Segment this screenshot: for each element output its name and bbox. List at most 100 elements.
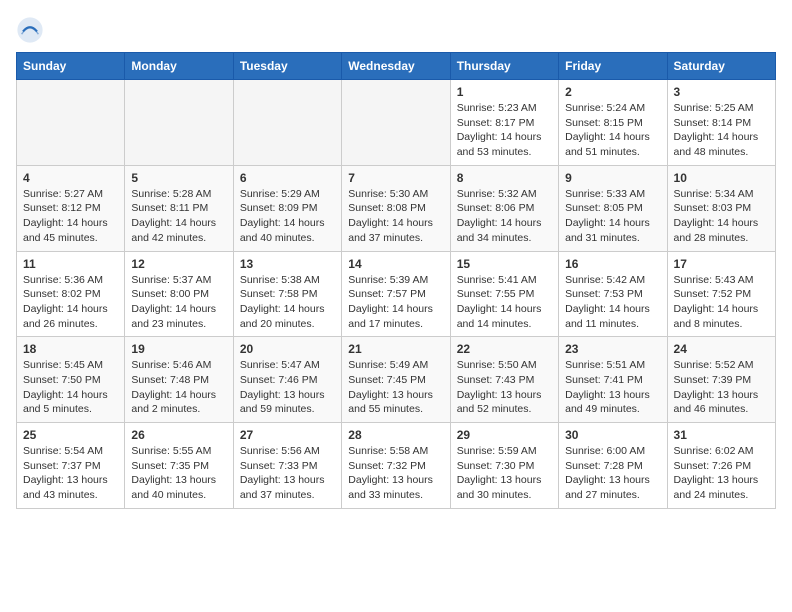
day-number: 18 (23, 342, 118, 356)
day-number: 3 (674, 85, 769, 99)
day-number: 27 (240, 428, 335, 442)
calendar-week-row: 4 Sunrise: 5:27 AM Sunset: 8:12 PM Dayli… (17, 165, 776, 251)
day-info: Sunrise: 5:56 AM Sunset: 7:33 PM Dayligh… (240, 444, 335, 503)
day-info: Sunrise: 5:37 AM Sunset: 8:00 PM Dayligh… (131, 273, 226, 332)
weekday-header: Saturday (667, 53, 775, 80)
day-number: 17 (674, 257, 769, 271)
day-info: Sunrise: 5:29 AM Sunset: 8:09 PM Dayligh… (240, 187, 335, 246)
day-number: 25 (23, 428, 118, 442)
calendar-cell: 2 Sunrise: 5:24 AM Sunset: 8:15 PM Dayli… (559, 80, 667, 166)
day-info: Sunrise: 5:34 AM Sunset: 8:03 PM Dayligh… (674, 187, 769, 246)
weekday-header: Friday (559, 53, 667, 80)
day-number: 6 (240, 171, 335, 185)
calendar-week-row: 18 Sunrise: 5:45 AM Sunset: 7:50 PM Dayl… (17, 337, 776, 423)
day-number: 31 (674, 428, 769, 442)
calendar-cell: 15 Sunrise: 5:41 AM Sunset: 7:55 PM Dayl… (450, 251, 558, 337)
day-number: 19 (131, 342, 226, 356)
calendar-cell: 12 Sunrise: 5:37 AM Sunset: 8:00 PM Dayl… (125, 251, 233, 337)
day-info: Sunrise: 5:24 AM Sunset: 8:15 PM Dayligh… (565, 101, 660, 160)
calendar-cell: 19 Sunrise: 5:46 AM Sunset: 7:48 PM Dayl… (125, 337, 233, 423)
day-info: Sunrise: 5:52 AM Sunset: 7:39 PM Dayligh… (674, 358, 769, 417)
logo-icon (16, 16, 44, 44)
day-info: Sunrise: 5:50 AM Sunset: 7:43 PM Dayligh… (457, 358, 552, 417)
calendar-cell: 30 Sunrise: 6:00 AM Sunset: 7:28 PM Dayl… (559, 423, 667, 509)
weekday-header: Wednesday (342, 53, 450, 80)
day-info: Sunrise: 5:51 AM Sunset: 7:41 PM Dayligh… (565, 358, 660, 417)
calendar-cell: 1 Sunrise: 5:23 AM Sunset: 8:17 PM Dayli… (450, 80, 558, 166)
day-info: Sunrise: 6:00 AM Sunset: 7:28 PM Dayligh… (565, 444, 660, 503)
calendar-cell: 21 Sunrise: 5:49 AM Sunset: 7:45 PM Dayl… (342, 337, 450, 423)
calendar-cell: 25 Sunrise: 5:54 AM Sunset: 7:37 PM Dayl… (17, 423, 125, 509)
calendar-cell (233, 80, 341, 166)
day-number: 24 (674, 342, 769, 356)
calendar-cell (342, 80, 450, 166)
day-number: 11 (23, 257, 118, 271)
calendar-cell: 24 Sunrise: 5:52 AM Sunset: 7:39 PM Dayl… (667, 337, 775, 423)
calendar-cell: 6 Sunrise: 5:29 AM Sunset: 8:09 PM Dayli… (233, 165, 341, 251)
calendar-week-row: 25 Sunrise: 5:54 AM Sunset: 7:37 PM Dayl… (17, 423, 776, 509)
calendar-cell: 8 Sunrise: 5:32 AM Sunset: 8:06 PM Dayli… (450, 165, 558, 251)
day-number: 14 (348, 257, 443, 271)
day-info: Sunrise: 5:33 AM Sunset: 8:05 PM Dayligh… (565, 187, 660, 246)
calendar-cell: 13 Sunrise: 5:38 AM Sunset: 7:58 PM Dayl… (233, 251, 341, 337)
day-info: Sunrise: 5:39 AM Sunset: 7:57 PM Dayligh… (348, 273, 443, 332)
day-info: Sunrise: 5:55 AM Sunset: 7:35 PM Dayligh… (131, 444, 226, 503)
day-info: Sunrise: 5:25 AM Sunset: 8:14 PM Dayligh… (674, 101, 769, 160)
day-info: Sunrise: 5:41 AM Sunset: 7:55 PM Dayligh… (457, 273, 552, 332)
day-info: Sunrise: 5:32 AM Sunset: 8:06 PM Dayligh… (457, 187, 552, 246)
calendar-week-row: 1 Sunrise: 5:23 AM Sunset: 8:17 PM Dayli… (17, 80, 776, 166)
calendar-table: SundayMondayTuesdayWednesdayThursdayFrid… (16, 52, 776, 509)
weekday-header: Monday (125, 53, 233, 80)
day-info: Sunrise: 5:38 AM Sunset: 7:58 PM Dayligh… (240, 273, 335, 332)
calendar-cell: 14 Sunrise: 5:39 AM Sunset: 7:57 PM Dayl… (342, 251, 450, 337)
calendar-cell: 16 Sunrise: 5:42 AM Sunset: 7:53 PM Dayl… (559, 251, 667, 337)
day-number: 13 (240, 257, 335, 271)
day-number: 12 (131, 257, 226, 271)
weekday-header-row: SundayMondayTuesdayWednesdayThursdayFrid… (17, 53, 776, 80)
calendar-week-row: 11 Sunrise: 5:36 AM Sunset: 8:02 PM Dayl… (17, 251, 776, 337)
day-number: 21 (348, 342, 443, 356)
day-info: Sunrise: 5:27 AM Sunset: 8:12 PM Dayligh… (23, 187, 118, 246)
day-number: 29 (457, 428, 552, 442)
calendar-cell: 3 Sunrise: 5:25 AM Sunset: 8:14 PM Dayli… (667, 80, 775, 166)
day-info: Sunrise: 5:42 AM Sunset: 7:53 PM Dayligh… (565, 273, 660, 332)
day-number: 22 (457, 342, 552, 356)
day-info: Sunrise: 5:49 AM Sunset: 7:45 PM Dayligh… (348, 358, 443, 417)
calendar-cell: 11 Sunrise: 5:36 AM Sunset: 8:02 PM Dayl… (17, 251, 125, 337)
day-number: 8 (457, 171, 552, 185)
day-number: 10 (674, 171, 769, 185)
day-number: 5 (131, 171, 226, 185)
day-info: Sunrise: 5:58 AM Sunset: 7:32 PM Dayligh… (348, 444, 443, 503)
day-info: Sunrise: 5:45 AM Sunset: 7:50 PM Dayligh… (23, 358, 118, 417)
day-info: Sunrise: 5:23 AM Sunset: 8:17 PM Dayligh… (457, 101, 552, 160)
day-info: Sunrise: 5:28 AM Sunset: 8:11 PM Dayligh… (131, 187, 226, 246)
weekday-header: Thursday (450, 53, 558, 80)
calendar-cell: 20 Sunrise: 5:47 AM Sunset: 7:46 PM Dayl… (233, 337, 341, 423)
day-info: Sunrise: 5:43 AM Sunset: 7:52 PM Dayligh… (674, 273, 769, 332)
day-info: Sunrise: 5:59 AM Sunset: 7:30 PM Dayligh… (457, 444, 552, 503)
weekday-header: Tuesday (233, 53, 341, 80)
day-info: Sunrise: 6:02 AM Sunset: 7:26 PM Dayligh… (674, 444, 769, 503)
calendar-cell: 10 Sunrise: 5:34 AM Sunset: 8:03 PM Dayl… (667, 165, 775, 251)
calendar-cell: 5 Sunrise: 5:28 AM Sunset: 8:11 PM Dayli… (125, 165, 233, 251)
day-info: Sunrise: 5:47 AM Sunset: 7:46 PM Dayligh… (240, 358, 335, 417)
calendar-cell (125, 80, 233, 166)
logo (16, 16, 48, 44)
calendar-cell: 28 Sunrise: 5:58 AM Sunset: 7:32 PM Dayl… (342, 423, 450, 509)
day-number: 30 (565, 428, 660, 442)
day-info: Sunrise: 5:54 AM Sunset: 7:37 PM Dayligh… (23, 444, 118, 503)
day-number: 26 (131, 428, 226, 442)
calendar-cell: 23 Sunrise: 5:51 AM Sunset: 7:41 PM Dayl… (559, 337, 667, 423)
calendar-cell (17, 80, 125, 166)
day-info: Sunrise: 5:36 AM Sunset: 8:02 PM Dayligh… (23, 273, 118, 332)
calendar-cell: 9 Sunrise: 5:33 AM Sunset: 8:05 PM Dayli… (559, 165, 667, 251)
calendar-cell: 4 Sunrise: 5:27 AM Sunset: 8:12 PM Dayli… (17, 165, 125, 251)
day-info: Sunrise: 5:30 AM Sunset: 8:08 PM Dayligh… (348, 187, 443, 246)
day-number: 1 (457, 85, 552, 99)
page-header (16, 16, 776, 44)
day-number: 23 (565, 342, 660, 356)
day-number: 16 (565, 257, 660, 271)
day-number: 15 (457, 257, 552, 271)
day-number: 7 (348, 171, 443, 185)
weekday-header: Sunday (17, 53, 125, 80)
